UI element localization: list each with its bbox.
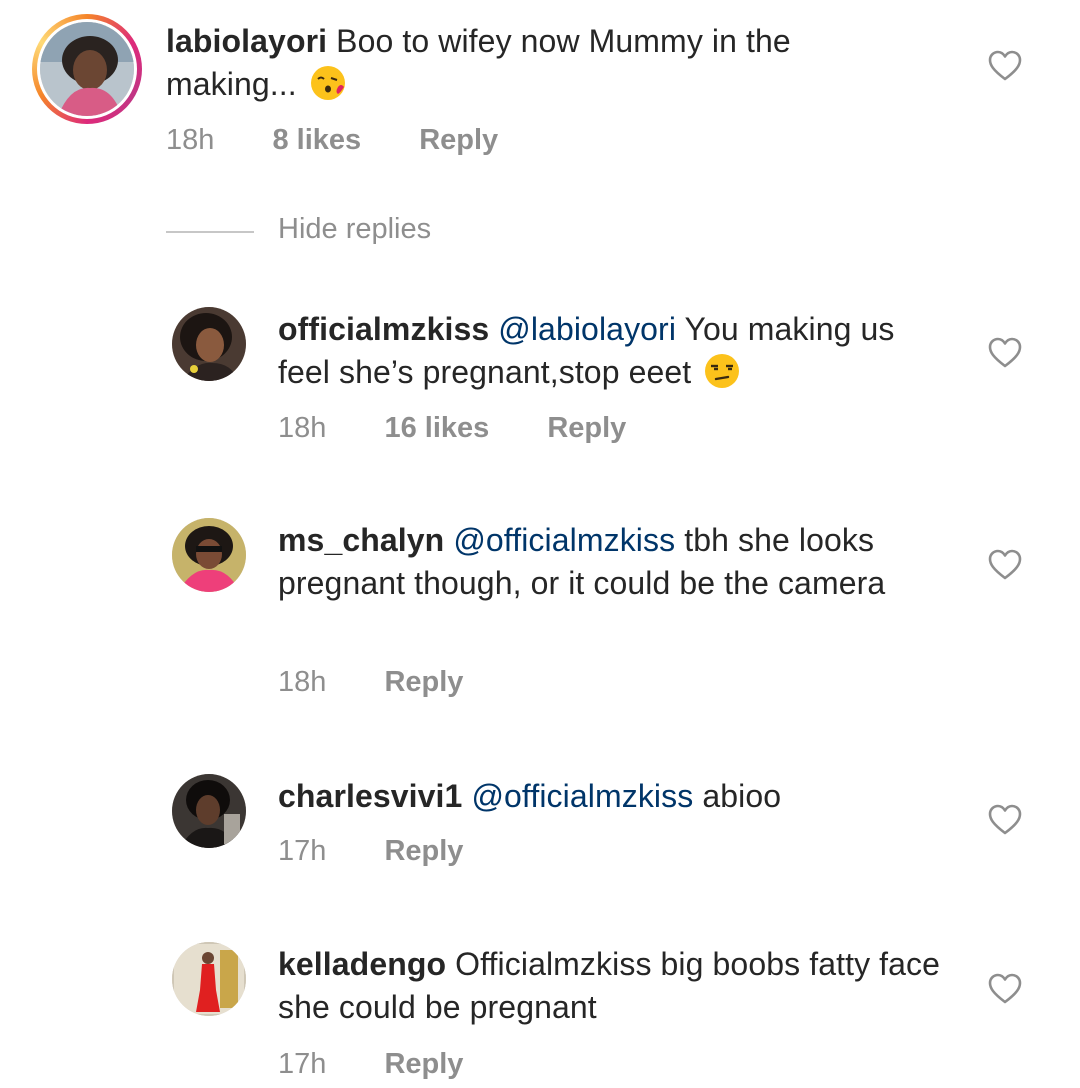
reply-username[interactable]: ms_chalyn bbox=[278, 522, 444, 558]
avatar[interactable] bbox=[172, 307, 246, 381]
reply-item: officialmzkiss @labiolayori You making u… bbox=[0, 290, 1080, 470]
reply-item: kelladengo Officialmzkiss big boobs fatt… bbox=[0, 926, 1080, 1088]
reply-text: officialmzkiss @labiolayori You making u… bbox=[278, 308, 938, 394]
reply-username[interactable]: kelladengo bbox=[278, 946, 446, 982]
avatar[interactable] bbox=[40, 22, 134, 116]
reply-username[interactable]: officialmzkiss bbox=[278, 311, 489, 347]
reply-mention[interactable]: @labiolayori bbox=[498, 311, 676, 347]
avatar[interactable] bbox=[172, 942, 246, 1016]
reply-text: ms_chalyn @officialmzkiss tbh she looks … bbox=[278, 519, 958, 605]
comment-text: labiolayori Boo to wifey now Mummy in th… bbox=[166, 20, 926, 106]
reply-time: 17h bbox=[278, 1048, 327, 1080]
reply-button[interactable]: Reply bbox=[384, 835, 463, 867]
reply-button[interactable]: Reply bbox=[384, 1048, 463, 1080]
reply-meta: 17h Reply bbox=[278, 835, 513, 868]
divider bbox=[166, 231, 254, 233]
reply-likes[interactable]: 16 likes bbox=[384, 412, 489, 444]
kissing-face-emoji-icon bbox=[310, 66, 345, 100]
heart-icon[interactable] bbox=[988, 973, 1022, 1005]
reply-button[interactable]: Reply bbox=[384, 666, 463, 698]
reply-time: 18h bbox=[278, 666, 327, 698]
reply-button[interactable]: Reply bbox=[419, 124, 498, 156]
reply-button[interactable]: Reply bbox=[547, 412, 626, 444]
comment-time: 18h bbox=[166, 124, 215, 156]
heart-icon[interactable] bbox=[988, 549, 1022, 581]
reply-text: kelladengo Officialmzkiss big boobs fatt… bbox=[278, 943, 958, 1029]
reply-item: charlesvivi1 @officialmzkiss abioo 17h R… bbox=[0, 756, 1080, 906]
reply-meta: 17h Reply bbox=[278, 1048, 513, 1081]
heart-icon[interactable] bbox=[988, 804, 1022, 836]
reply-item: ms_chalyn @officialmzkiss tbh she looks … bbox=[0, 500, 1080, 730]
comment-meta: 18h 8 likes Reply bbox=[166, 124, 548, 157]
heart-icon[interactable] bbox=[988, 50, 1022, 82]
reply-time: 18h bbox=[278, 412, 327, 444]
reply-meta: 18h Reply bbox=[278, 666, 513, 699]
reply-body: abioo bbox=[702, 778, 782, 814]
reply-username[interactable]: charlesvivi1 bbox=[278, 778, 462, 814]
reply-meta: 18h 16 likes Reply bbox=[278, 412, 676, 445]
unamused-face-emoji-icon bbox=[705, 354, 740, 388]
avatar[interactable] bbox=[172, 518, 246, 592]
reply-mention[interactable]: @officialmzkiss bbox=[453, 522, 675, 558]
comment-item: labiolayori Boo to wifey now Mummy in th… bbox=[0, 0, 1080, 190]
comment-username[interactable]: labiolayori bbox=[166, 23, 327, 59]
comment-likes[interactable]: 8 likes bbox=[272, 124, 361, 156]
heart-icon[interactable] bbox=[988, 337, 1022, 369]
hide-replies-label[interactable]: Hide replies bbox=[278, 213, 431, 246]
avatar[interactable] bbox=[172, 774, 246, 848]
reply-mention[interactable]: @officialmzkiss bbox=[471, 778, 693, 814]
reply-text: charlesvivi1 @officialmzkiss abioo bbox=[278, 775, 958, 818]
reply-time: 17h bbox=[278, 835, 327, 867]
